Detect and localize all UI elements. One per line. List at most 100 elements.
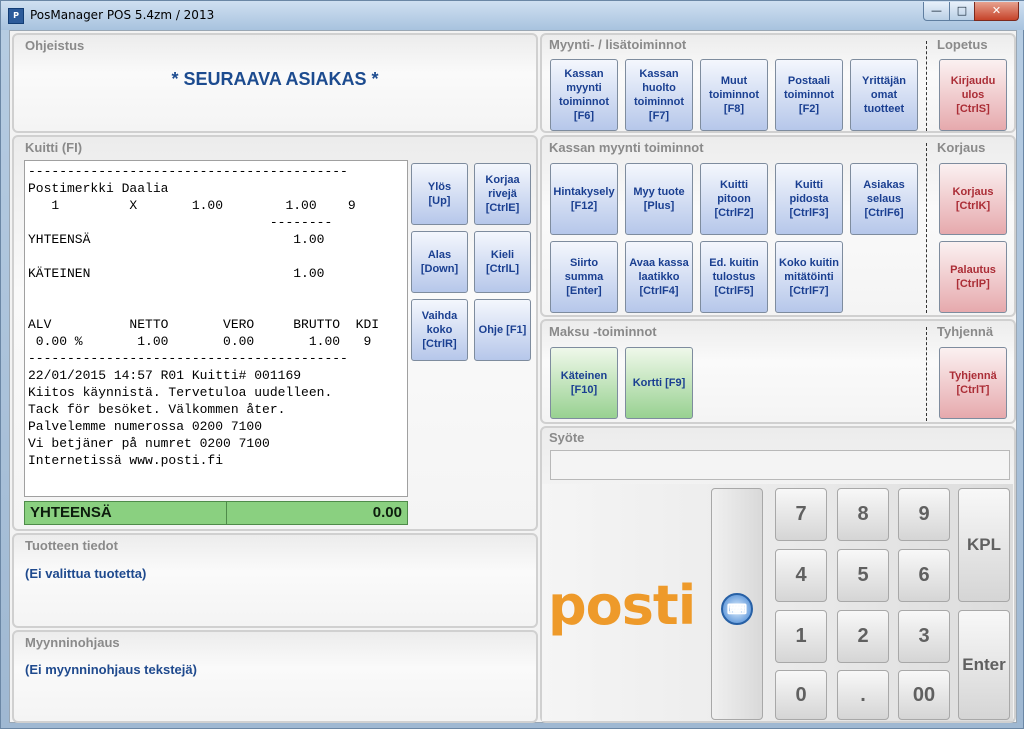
syote-input[interactable]	[550, 450, 1010, 480]
myynti-title: Myynti- / lisätoiminnot	[549, 37, 687, 52]
key-0[interactable]: 0	[775, 670, 827, 720]
divider	[926, 327, 927, 421]
keyboard-icon: ⌨	[721, 593, 753, 625]
app-window: P PosManager POS 5.4zm / 2013 — □ ✕ Ohje…	[0, 0, 1024, 729]
myynninohjaus-info: (Ei myynninohjaus tekstejä)	[25, 662, 197, 677]
receipt-view[interactable]: ----------------------------------------…	[24, 160, 408, 497]
myynti-panel: Myynti- / lisätoiminnot Kassan myynti to…	[540, 33, 1016, 133]
key-4[interactable]: 4	[775, 549, 827, 602]
ohjeistus-title: Ohjeistus	[25, 38, 85, 53]
numpad-area: posti ⌨ 7 8 9 4 5 6 1 2 3 0 . 00 KPL Ent…	[542, 484, 1013, 721]
key-6[interactable]: 6	[898, 549, 950, 602]
receipt-total-bar: YHTEENSÄ 0.00	[24, 501, 408, 525]
yrittajan-tuotteet-button[interactable]: Yrittäjän omat tuotteet	[850, 59, 918, 131]
enter-button[interactable]: Enter	[958, 610, 1010, 720]
tuote-panel: Tuotteen tiedot (Ei valittua tuotetta)	[12, 533, 538, 628]
receipt-line	[25, 248, 407, 265]
muut-toiminnot-button[interactable]: Muut toiminnot [F8]	[700, 59, 768, 131]
title-bar: P PosManager POS 5.4zm / 2013 — □ ✕	[1, 1, 1024, 30]
change-size-button[interactable]: Vaihda koko [CtrlR]	[411, 299, 468, 361]
mitatointi-button[interactable]: Koko kuitin mitätöinti [CtrlF7]	[775, 241, 843, 313]
receipt-line: Kiitos käynnistä. Tervetuloa uudelleen.	[28, 385, 333, 400]
tuote-title: Tuotteen tiedot	[25, 538, 118, 553]
kuitti-panel: Kuitti (FI) ----------------------------…	[12, 135, 538, 531]
instruction-message: * SEURAAVA ASIAKAS *	[171, 69, 379, 89]
syote-title: Syöte	[549, 430, 585, 445]
tuote-info: (Ei valittua tuotetta)	[25, 566, 147, 581]
maksu-title: Maksu -toiminnot	[549, 324, 657, 339]
receipt-line: YHTEENSÄ 1.00	[28, 232, 325, 247]
asiakas-selaus-button[interactable]: Asiakas selaus [CtrlF6]	[850, 163, 918, 235]
key-8[interactable]: 8	[837, 488, 889, 541]
lopetus-title: Lopetus	[937, 37, 988, 52]
kpl-button[interactable]: KPL	[958, 488, 1010, 602]
receipt-line: ALV NETTO VERO BRUTTO KDI	[28, 317, 380, 332]
myynninohjaus-panel: Myynninohjaus (Ei myynninohjaus tekstejä…	[12, 630, 538, 723]
tyhjenna-button[interactable]: Tyhjennä [CtrlT]	[939, 347, 1007, 419]
kuitti-pidosta-button[interactable]: Kuitti pidosta [CtrlF3]	[775, 163, 843, 235]
receipt-line: ----------------------------------------…	[28, 351, 348, 366]
maksu-panel: Maksu -toiminnot Käteinen [F10] Kortti […	[540, 319, 1016, 424]
key-decimal[interactable]: .	[837, 670, 889, 720]
korjaus-button[interactable]: Korjaus [CtrlK]	[939, 163, 1007, 235]
kortti-button[interactable]: Kortti [F9]	[625, 347, 693, 419]
hintakysely-button[interactable]: Hintakysely [F12]	[550, 163, 618, 235]
client-area: Ohjeistus * SEURAAVA ASIAKAS * Myynti- /…	[9, 30, 1017, 723]
receipt-line	[25, 282, 407, 299]
key-7[interactable]: 7	[775, 488, 827, 541]
receipt-line	[25, 299, 407, 316]
tyhjenna-title: Tyhjennä	[937, 324, 994, 339]
kassan-myynti-button[interactable]: Kassan myynti toiminnot [F6]	[550, 59, 618, 131]
key-00[interactable]: 00	[898, 670, 950, 720]
receipt-line: Internetissä www.posti.fi	[28, 453, 224, 468]
receipt-line: Vi betjäner på numret 0200 7100	[28, 436, 270, 451]
myy-tuote-button[interactable]: Myy tuote [Plus]	[625, 163, 693, 235]
kuitti-title: Kuitti (FI)	[25, 140, 83, 155]
myynninohjaus-title: Myynninohjaus	[25, 635, 120, 650]
help-button[interactable]: Ohje [F1]	[474, 299, 531, 361]
kassan-panel: Kassan myynti toiminnot Hintakysely [F12…	[540, 135, 1016, 317]
postaali-button[interactable]: Postaali toiminnot [F2]	[775, 59, 843, 131]
key-3[interactable]: 3	[898, 610, 950, 663]
minimize-button[interactable]: —	[923, 2, 950, 21]
total-value: 0.00	[372, 504, 402, 521]
receipt-line: ----------------------------------------…	[28, 164, 348, 179]
app-icon: P	[8, 8, 24, 24]
siirto-summa-button[interactable]: Siirto summa [Enter]	[550, 241, 618, 313]
receipt-line: 0.00 % 1.00 0.00 1.00 9	[28, 334, 372, 349]
receipt-line: Postimerkki Daalia	[28, 181, 169, 196]
receipt-line: KÄTEINEN 1.00	[28, 266, 325, 281]
total-label: YHTEENSÄ	[25, 502, 227, 524]
receipt-line: Palvelemme numerossa 0200 7100	[28, 419, 263, 434]
key-5[interactable]: 5	[837, 549, 889, 602]
key-2[interactable]: 2	[837, 610, 889, 663]
divider	[926, 41, 927, 131]
divider	[926, 143, 927, 313]
kassan-huolto-button[interactable]: Kassan huolto toiminnot [F7]	[625, 59, 693, 131]
key-9[interactable]: 9	[898, 488, 950, 541]
syote-panel: Syöte posti ⌨ 7 8 9 4 5 6 1 2 3 0 . 00 K…	[540, 426, 1016, 723]
language-button[interactable]: Kieli [CtrlL]	[474, 231, 531, 293]
korjaa-riveja-button[interactable]: Korjaa rivejä [CtrlE]	[474, 163, 531, 225]
kateinen-button[interactable]: Käteinen [F10]	[550, 347, 618, 419]
receipt-line: Tack för besöket. Välkommen åter.	[28, 402, 286, 417]
receipt-line: --------	[28, 215, 333, 230]
keyboard-button[interactable]: ⌨	[711, 488, 763, 720]
ed-kuitin-tulostus-button[interactable]: Ed. kuitin tulostus [CtrlF5]	[700, 241, 768, 313]
window-title: PosManager POS 5.4zm / 2013	[30, 8, 215, 22]
kuitti-pitoon-button[interactable]: Kuitti pitoon [CtrlF2]	[700, 163, 768, 235]
maximize-button[interactable]: □	[949, 2, 975, 21]
logout-button[interactable]: Kirjaudu ulos [CtrlS]	[939, 59, 1007, 131]
receipt-line: 1 X 1.00 1.00 9	[28, 198, 356, 213]
kassan-title: Kassan myynti toiminnot	[549, 140, 704, 155]
avaa-kassalaatikko-button[interactable]: Avaa kassa laatikko [CtrlF4]	[625, 241, 693, 313]
scroll-down-button[interactable]: Alas [Down]	[411, 231, 468, 293]
korjaus-title: Korjaus	[937, 140, 986, 155]
scroll-up-button[interactable]: Ylös [Up]	[411, 163, 468, 225]
posti-logo: posti	[548, 574, 696, 637]
close-button[interactable]: ✕	[974, 2, 1019, 21]
receipt-line: 22/01/2015 14:57 R01 Kuitti# 001169	[28, 368, 302, 383]
palautus-button[interactable]: Palautus [CtrlP]	[939, 241, 1007, 313]
key-1[interactable]: 1	[775, 610, 827, 663]
ohjeistus-panel: Ohjeistus * SEURAAVA ASIAKAS *	[12, 33, 538, 133]
